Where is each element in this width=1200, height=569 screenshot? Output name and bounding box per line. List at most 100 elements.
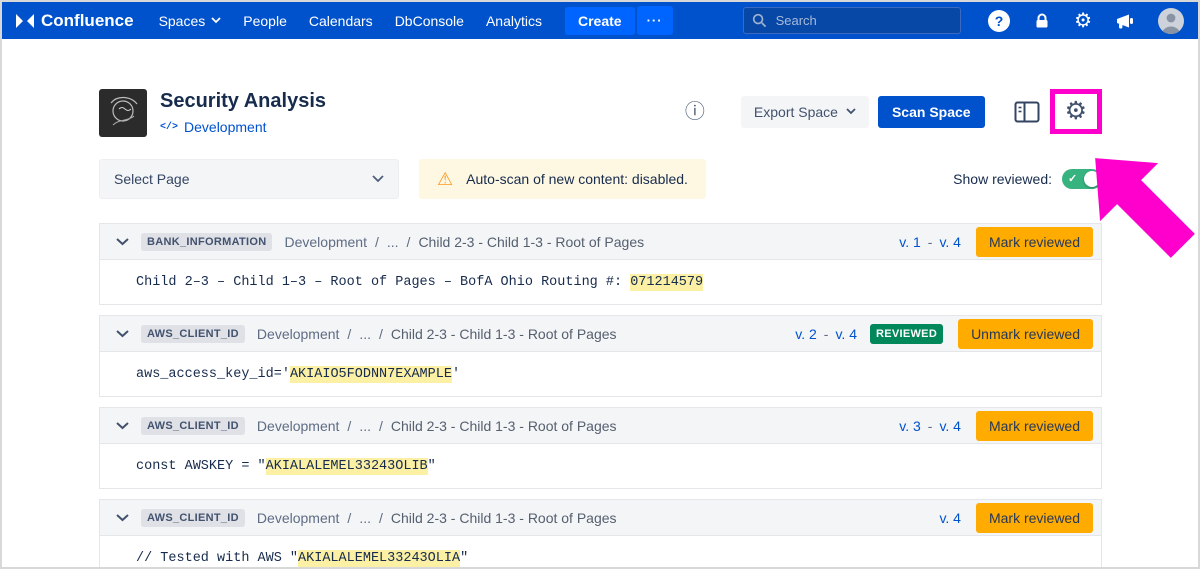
toggle-knob	[1084, 171, 1100, 187]
version-to-link[interactable]: v. 4	[939, 418, 961, 434]
search-icon	[752, 13, 767, 33]
select-page-dropdown[interactable]: Select Page	[99, 159, 399, 199]
show-reviewed-toggle[interactable]: ✓	[1062, 169, 1102, 189]
chevron-down-icon	[372, 175, 384, 183]
unmark-reviewed-button[interactable]: Unmark reviewed	[958, 319, 1093, 349]
breadcrumb: Development /... / Child 2-3 - Child 1-3 - …	[257, 418, 617, 434]
brand-label: Confluence	[41, 11, 134, 31]
expand-collapse-button[interactable]	[112, 512, 133, 524]
code-icon: </>	[160, 122, 178, 133]
breadcrumb-page: Child 2-3 - Child 1-3 - Root of Pages	[391, 418, 617, 434]
version-to-link[interactable]: v. 4	[835, 326, 857, 342]
breadcrumb-ellipsis[interactable]: ...	[359, 326, 371, 342]
breadcrumb-ellipsis[interactable]: ...	[359, 418, 371, 434]
expand-collapse-button[interactable]	[112, 328, 133, 340]
breadcrumb: Development/.../Child 2-3 - Child 1-3 - …	[284, 234, 644, 250]
space-name-link[interactable]: Development	[184, 119, 267, 135]
breadcrumb-space-link[interactable]: Development	[257, 510, 340, 526]
chevron-down-icon	[846, 108, 856, 115]
nav-people[interactable]: People	[232, 13, 298, 29]
nav-calendars[interactable]: Calendars	[298, 13, 384, 29]
finding-card: AWS_CLIENT_ID Development/.../Child 2-3 …	[99, 407, 1102, 489]
version-from-link[interactable]: v. 4	[939, 510, 961, 526]
code-highlight: 071214579	[630, 274, 703, 291]
nav-label: Analytics	[486, 13, 542, 29]
lock-icon[interactable]	[1033, 12, 1051, 30]
info-icon[interactable]: ⓘ	[685, 102, 705, 122]
version-from-link[interactable]: v. 2	[795, 326, 817, 342]
finding-header: AWS_CLIENT_ID Development/.../Child 2-3 …	[100, 500, 1101, 536]
finding-actions: v. 4 Mark reviewed	[939, 503, 1093, 533]
breadcrumb-separator: /	[347, 326, 351, 342]
finding-actions: v. 3-v. 4Mark reviewed	[899, 411, 1093, 441]
confluence-home-link[interactable]: Confluence	[16, 11, 134, 31]
mark-reviewed-button[interactable]: Mark reviewed	[976, 411, 1093, 441]
finding-actions: v. 1-v. 4 Mark reviewed	[899, 227, 1093, 257]
finding-code: const AWSKEY = "AKIALALEMEL33243OLIB"	[100, 444, 1101, 488]
page-title: Security Analysis	[160, 90, 326, 113]
chevron-down-icon	[116, 330, 129, 338]
nav-analytics[interactable]: Analytics	[475, 13, 553, 29]
breadcrumb-page: Child 2-3 - Child 1-3 - Root of Pages	[418, 234, 644, 250]
autoscan-warning-banner: ⚠ Auto-scan of new content: disabled.	[419, 159, 706, 199]
user-avatar[interactable]	[1158, 8, 1184, 34]
help-icon[interactable]: ?	[988, 10, 1010, 32]
mark-reviewed-button[interactable]: Mark reviewed	[976, 227, 1093, 257]
chevron-down-icon	[116, 422, 129, 430]
mark-reviewed-button[interactable]: Mark reviewed	[976, 503, 1093, 533]
breadcrumb-separator: /	[407, 234, 411, 250]
version-from-link[interactable]: v. 3	[899, 418, 921, 434]
reviewed-badge: REVIEWED	[870, 324, 943, 344]
expand-collapse-button[interactable]	[112, 236, 133, 248]
version-to-link[interactable]: v. 4	[939, 234, 961, 250]
finding-type-badge: AWS_CLIENT_ID	[141, 509, 245, 527]
breadcrumb: Development/.../Child 2-3 - Child 1-3 - …	[257, 510, 617, 526]
breadcrumb-page: Child 2-3 - Child 1-3 - Root of Pages	[391, 326, 617, 342]
sidebar-toggle-button[interactable]	[1012, 99, 1042, 125]
findings-list: BANK_INFORMATION Development/.../Child 2…	[99, 223, 1102, 569]
search-box	[743, 7, 961, 34]
app-window: Confluence Spaces People Calendars DbCon…	[0, 0, 1200, 569]
gear-icon[interactable]: ⚙	[1074, 11, 1092, 31]
breadcrumb-space-link[interactable]: Development	[284, 234, 367, 250]
version-from-link[interactable]: v. 1	[899, 234, 921, 250]
nav-label: People	[243, 13, 287, 29]
create-button[interactable]: Create	[565, 7, 635, 35]
breadcrumb-space-link[interactable]: Development	[257, 326, 340, 342]
main-content: Security Analysis </> Development ⓘ Expo…	[2, 39, 1102, 569]
breadcrumb-separator: /	[347, 418, 351, 434]
space-link-row: </> Development	[160, 119, 326, 135]
space-settings-button[interactable]: ⚙	[1065, 99, 1087, 124]
export-space-label: Export Space	[754, 104, 838, 120]
version-separator: -	[928, 234, 933, 250]
warning-icon: ⚠	[437, 170, 453, 188]
controls-row: Select Page ⚠ Auto-scan of new content: …	[99, 159, 1102, 199]
nav-spaces[interactable]: Spaces	[148, 13, 233, 29]
breadcrumb-ellipsis[interactable]: ...	[387, 234, 399, 250]
settings-highlight-box: ⚙	[1050, 89, 1102, 134]
expand-collapse-button[interactable]	[112, 420, 133, 432]
finding-header: BANK_INFORMATION Development/.../Child 2…	[100, 224, 1101, 260]
breadcrumb-space-link[interactable]: Development	[257, 418, 340, 434]
megaphone-icon[interactable]	[1115, 12, 1135, 30]
sidebar-panel-icon	[1014, 101, 1040, 123]
code-highlight: AKIALALEMEL33243OLIA	[298, 550, 460, 567]
code-text: // Tested with AWS "	[136, 551, 298, 566]
breadcrumb-separator: /	[379, 326, 383, 342]
breadcrumb-ellipsis[interactable]: ...	[359, 510, 371, 526]
show-reviewed-control: Show reviewed: ✓	[953, 169, 1102, 189]
create-more-button[interactable]: ···	[637, 6, 673, 35]
topbar-actions: ? ⚙	[988, 8, 1184, 34]
scan-space-button[interactable]: Scan Space	[878, 96, 985, 128]
top-navigation-bar: Confluence Spaces People Calendars DbCon…	[2, 2, 1198, 39]
export-space-button[interactable]: Export Space	[741, 96, 869, 128]
code-text: '	[452, 367, 460, 382]
code-text: Child 2–3 – Child 1–3 – Root of Pages – …	[136, 275, 630, 290]
finding-card: AWS_CLIENT_ID Development/.../Child 2-3 …	[99, 315, 1102, 397]
breadcrumb-separator: /	[379, 418, 383, 434]
space-avatar[interactable]	[99, 89, 147, 137]
warning-text: Auto-scan of new content: disabled.	[466, 171, 688, 187]
nav-dbconsole[interactable]: DbConsole	[384, 13, 475, 29]
search-input[interactable]	[743, 7, 961, 34]
finding-header: AWS_CLIENT_ID Development/.../Child 2-3 …	[100, 408, 1101, 444]
